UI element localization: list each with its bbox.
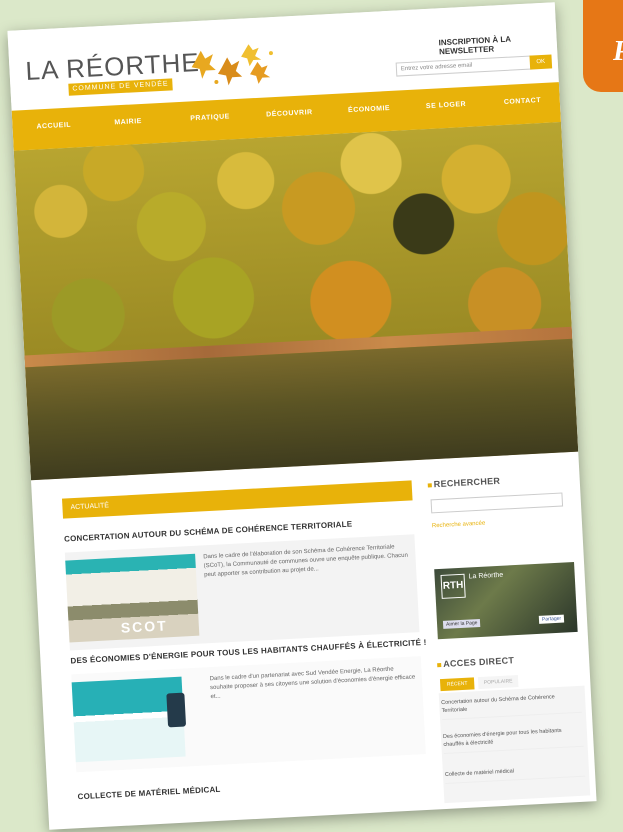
- newsletter-submit-button[interactable]: OK: [529, 54, 553, 70]
- bullet-icon: [427, 483, 432, 488]
- nav-item-mairie[interactable]: MAIRIE: [114, 118, 142, 126]
- nav-item-economie[interactable]: ÉCONOMIE: [348, 105, 390, 114]
- website-page: LA RÉORTHE COMMUNE DE VENDÉE INSCRIPTION…: [7, 2, 597, 830]
- newsletter-title: INSCRIPTION À LA NEWSLETTER: [438, 34, 511, 57]
- news-section-label: ACTUALITÉ: [70, 502, 110, 512]
- thumbnail-label: SCOT: [120, 617, 169, 636]
- search-title: RECHERCHER: [433, 475, 501, 490]
- news-section-bar: ACTUALITÉ: [61, 480, 413, 519]
- facebook-share-button[interactable]: Partager: [538, 614, 565, 624]
- bullet-icon: [437, 663, 442, 668]
- corner-tab-letter: P: [613, 36, 623, 68]
- facebook-page-logo: RTH: [440, 573, 466, 599]
- tab-popular[interactable]: POPULAIRE: [477, 675, 519, 690]
- orange-corner-tab: P: [583, 0, 623, 92]
- hero-forest: [13, 122, 572, 361]
- search-input[interactable]: [430, 492, 564, 514]
- phone-icon: [166, 692, 187, 728]
- nav-item-pratique[interactable]: PRATIQUE: [190, 113, 230, 122]
- hero-image: [13, 122, 579, 481]
- direct-access-title: ACCES DIRECT: [442, 655, 515, 669]
- autumn-leaves-icon: [191, 44, 273, 86]
- nav-item-se-loger[interactable]: SE LOGER: [426, 101, 466, 110]
- article-title[interactable]: COLLECTE DE MATÉRIEL MÉDICAL: [77, 785, 220, 801]
- nav-item-contact[interactable]: CONTACT: [504, 97, 542, 106]
- newsletter-email-input[interactable]: Entrez votre adresse email: [395, 55, 533, 77]
- nav-item-accueil[interactable]: ACCUEIL: [36, 122, 71, 131]
- nav-item-decouvrir[interactable]: DÉCOUVRIR: [266, 109, 313, 118]
- tab-recent[interactable]: RÉCENT: [439, 677, 475, 692]
- advanced-search-link[interactable]: Recherche avancée: [432, 521, 486, 530]
- article-thumbnail[interactable]: SCOT: [65, 553, 200, 643]
